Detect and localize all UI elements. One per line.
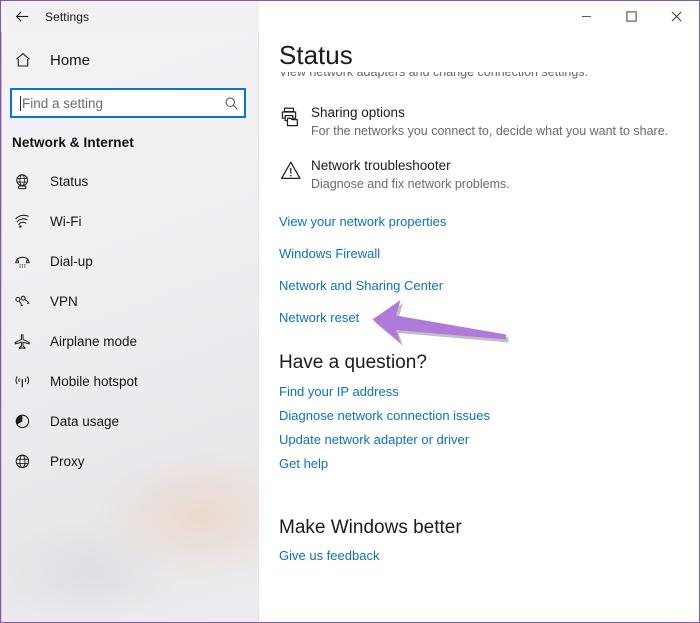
sidebar-item-label: Data usage [50,413,120,429]
sidebar-item-airplane-mode[interactable]: Airplane mode [1,321,258,361]
main-content: Status View network adapters and change … [260,32,699,622]
title-bar: Settings [1,1,699,32]
link-windows-firewall[interactable]: Windows Firewall [279,245,380,262]
setting-title: Network troubleshooter [311,158,451,173]
back-arrow-icon [15,11,28,22]
have-a-question-heading: Have a question? [279,352,427,373]
printer-sharing-icon [279,104,311,130]
home-label: Home [50,51,91,69]
setting-sharing-options[interactable]: Sharing options For the networks you con… [279,104,685,140]
sidebar-item-dialup[interactable]: Dial-up [1,241,258,281]
globe-status-icon [14,173,40,190]
home-icon [14,51,40,69]
wifi-icon [14,213,40,230]
link-network-reset[interactable]: Network reset [279,309,359,326]
back-button[interactable] [1,1,43,32]
sidebar-item-data-usage[interactable]: Data usage [1,401,258,441]
sidebar-item-label: Dial-up [50,253,93,269]
primary-links: View your network properties Windows Fir… [279,213,685,326]
make-windows-better-section: Make Windows better Give us feedback [279,516,685,564]
link-view-network-properties[interactable]: View your network properties [279,213,446,230]
sidebar: Home Network & Internet [1,1,259,622]
link-get-help[interactable]: Get help [279,455,328,472]
clipped-text-label: View network adapters and change connect… [279,72,588,79]
settings-window: Home Network & Internet [0,0,700,623]
sidebar-item-label: Proxy [50,453,85,469]
sidebar-item-label: Wi-Fi [50,213,82,229]
globe-proxy-icon [14,453,40,470]
sidebar-nav-list: Status Wi-Fi Dial-up VPN Airplane mode M… [1,161,258,481]
sidebar-item-label: Mobile hotspot [50,373,138,389]
link-diagnose-network-connection-issues[interactable]: Diagnose network connection issues [279,407,490,424]
vpn-key-icon [14,293,40,310]
sidebar-item-label: VPN [50,293,78,309]
minimize-icon [582,16,591,17]
app-title: Settings [45,9,90,24]
setting-title: Sharing options [311,105,405,120]
maximize-icon [626,11,637,22]
clipped-scrolled-text: View network adapters and change connect… [279,72,685,87]
sidebar-section-heading: Network & Internet [12,135,134,150]
sidebar-item-vpn[interactable]: VPN [1,281,258,321]
sidebar-item-label: Airplane mode [50,333,138,349]
link-network-and-sharing-center[interactable]: Network and Sharing Center [279,277,443,294]
link-give-us-feedback[interactable]: Give us feedback [279,547,379,564]
search-input[interactable] [21,91,218,115]
link-update-network-adapter-or-driver[interactable]: Update network adapter or driver [279,431,469,448]
setting-network-troubleshooter[interactable]: Network troubleshooter Diagnose and fix … [279,157,685,193]
search-icon[interactable] [218,96,244,111]
sidebar-item-wifi[interactable]: Wi-Fi [1,201,258,241]
close-icon [671,11,682,22]
make-windows-better-heading: Make Windows better [279,517,462,538]
link-find-your-ip-address[interactable]: Find your IP address [279,383,399,400]
have-a-question-section: Have a question? Find your IP address Di… [279,351,685,472]
make-windows-better-links: Give us feedback [279,547,685,564]
sidebar-item-status[interactable]: Status [1,161,258,201]
warning-triangle-icon [279,157,311,183]
minimize-button[interactable] [564,1,609,32]
setting-description: For the networks you connect to, decide … [311,124,669,138]
airplane-icon [14,333,40,350]
sidebar-item-proxy[interactable]: Proxy [1,441,258,481]
page-title: Status [279,40,353,70]
maximize-button[interactable] [609,1,654,32]
pie-chart-icon [14,413,40,430]
close-button[interactable] [654,1,699,32]
setting-description: Diagnose and fix network problems. [311,177,510,191]
hotspot-icon [14,373,40,390]
sidebar-item-mobile-hotspot[interactable]: Mobile hotspot [1,361,258,401]
dialup-phone-icon [14,253,40,270]
sidebar-item-home[interactable]: Home [1,41,258,79]
sidebar-item-label: Status [50,173,89,189]
have-a-question-links: Find your IP address Diagnose network co… [279,383,685,472]
search-box[interactable] [10,88,246,118]
